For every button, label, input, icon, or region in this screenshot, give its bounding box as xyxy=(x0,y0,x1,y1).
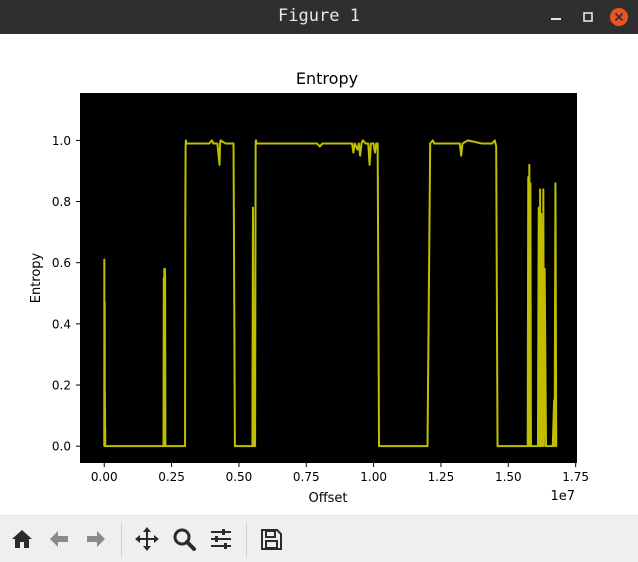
configure-subplots-button[interactable] xyxy=(207,525,235,553)
chart-title: Entropy xyxy=(296,69,358,88)
save-button[interactable] xyxy=(257,525,285,553)
entropy-chart[interactable]: Entropy 0.00.20.40.60.81.0 0.00 0.25 0.50 0… xyxy=(0,34,638,515)
zoom-icon xyxy=(173,528,196,551)
toolbar-separator xyxy=(121,523,122,557)
x-axis-offset-text: 1e7 xyxy=(550,489,575,504)
x-tick-label: 0.00 xyxy=(91,470,118,484)
forward-arrow-icon xyxy=(87,531,105,547)
figure-window: Figure 1 Entropy 0.0 0.2 0.4 0.6 0.8 1.0 0.00… xyxy=(0,0,638,562)
minimize-button[interactable] xyxy=(543,4,569,30)
back-arrow-icon xyxy=(50,531,68,547)
x-tick-label: 1.00 xyxy=(360,470,387,484)
x-tick-label: 0.75 xyxy=(293,470,320,484)
navigation-toolbar xyxy=(0,515,638,562)
close-icon xyxy=(614,12,624,22)
x-axis-label: Offset xyxy=(308,491,347,506)
y-tick-label: 0.0 xyxy=(52,440,71,454)
x-tick-label: 0.50 xyxy=(226,470,253,484)
save-icon xyxy=(261,529,282,550)
x-axis-ticks: 0.00 0.25 0.50 0.75 1.00 1.25 1.50 1.75 xyxy=(91,463,589,484)
pan-button[interactable] xyxy=(133,525,161,553)
y-axis-label: Entropy xyxy=(29,252,44,303)
x-tick-label: 0.25 xyxy=(158,470,185,484)
home-icon xyxy=(12,530,32,548)
pan-icon xyxy=(135,527,159,551)
forward-button[interactable] xyxy=(82,525,110,553)
y-tick-label: 0.8 xyxy=(52,195,71,209)
x-tick-label: 1.75 xyxy=(562,470,589,484)
y-tick-label: 0.6 xyxy=(52,256,71,270)
home-button[interactable] xyxy=(8,525,36,553)
title-bar[interactable]: Figure 1 xyxy=(0,0,638,34)
y-axis-ticks: 0.0 0.2 0.4 0.6 0.8 1.0 xyxy=(52,134,80,454)
plot-area[interactable]: Entropy 0.0 0.2 0.4 0.6 0.8 1.0 0.00 0.25 0.50 0… xyxy=(0,34,638,515)
axes-background xyxy=(80,93,577,463)
x-tick-label: 1.25 xyxy=(428,470,455,484)
maximize-button[interactable] xyxy=(575,4,601,30)
minimize-icon xyxy=(551,18,561,20)
back-button[interactable] xyxy=(45,525,73,553)
close-button[interactable] xyxy=(606,4,632,30)
y-tick-label: 1.0 xyxy=(52,134,71,148)
configure-subplots-icon xyxy=(211,529,231,549)
y-tick-label: 0.2 xyxy=(52,379,71,393)
x-tick-label: 1.50 xyxy=(495,470,522,484)
y-tick-label: 0.4 xyxy=(52,317,71,331)
toolbar-separator xyxy=(246,523,247,557)
zoom-button[interactable] xyxy=(170,525,198,553)
maximize-icon xyxy=(583,12,593,22)
